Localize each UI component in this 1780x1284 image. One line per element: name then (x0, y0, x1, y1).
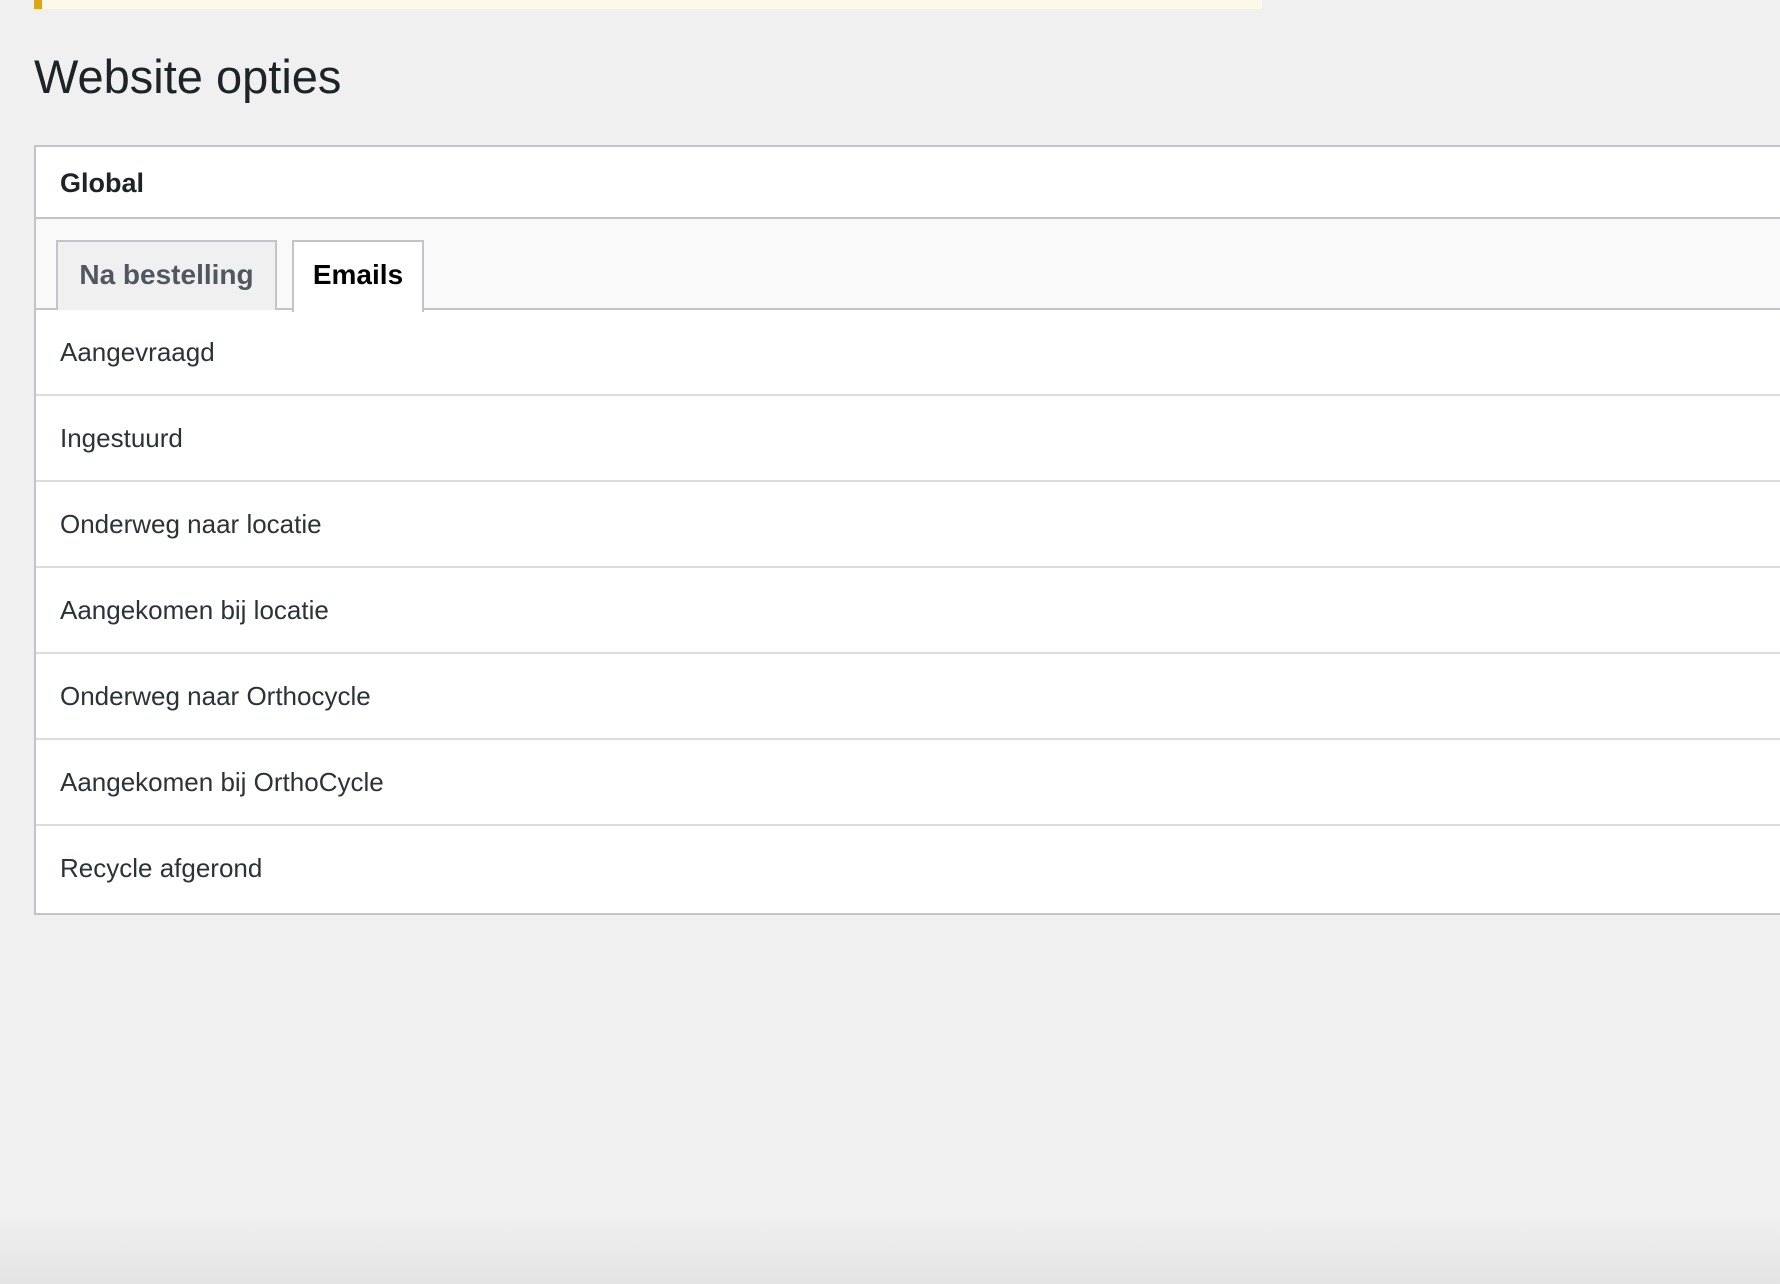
list-item-aangekomen-bij-locatie[interactable]: Aangekomen bij locatie (36, 568, 1780, 654)
list-item-onderweg-naar-locatie[interactable]: Onderweg naar locatie (36, 482, 1780, 568)
list-item-recycle-afgerond[interactable]: Recycle afgerond (36, 826, 1780, 912)
list-item-label: Onderweg naar locatie (60, 509, 322, 539)
tab-emails[interactable]: Emails (292, 240, 424, 312)
admin-notice-bar (34, 0, 1262, 9)
panel-header: Global (36, 147, 1780, 219)
page-title: Website opties (34, 50, 342, 103)
list-item-label: Recycle afgerond (60, 853, 263, 883)
list-item-label: Aangevraagd (60, 337, 215, 367)
panel-title: Global (60, 168, 145, 198)
list-item-label: Ingestuurd (60, 423, 183, 453)
list-item-onderweg-naar-orthocycle[interactable]: Onderweg naar Orthocycle (36, 654, 1780, 740)
options-panel: Global Na bestelling Emails Aangevraagd … (34, 145, 1780, 915)
list-item-label: Aangekomen bij OrthoCycle (60, 767, 384, 797)
tab-bar: Na bestelling Emails (36, 219, 1780, 312)
email-options-list: Aangevraagd Ingestuurd Onderweg naar loc… (36, 310, 1780, 912)
tab-na-bestelling[interactable]: Na bestelling (56, 240, 277, 310)
list-item-aangevraagd[interactable]: Aangevraagd (36, 310, 1780, 396)
list-item-label: Aangekomen bij locatie (60, 595, 329, 625)
list-item-label: Onderweg naar Orthocycle (60, 681, 371, 711)
bottom-shadow (0, 1214, 1780, 1284)
list-item-aangekomen-bij-orthocycle[interactable]: Aangekomen bij OrthoCycle (36, 740, 1780, 826)
list-item-ingestuurd[interactable]: Ingestuurd (36, 396, 1780, 482)
